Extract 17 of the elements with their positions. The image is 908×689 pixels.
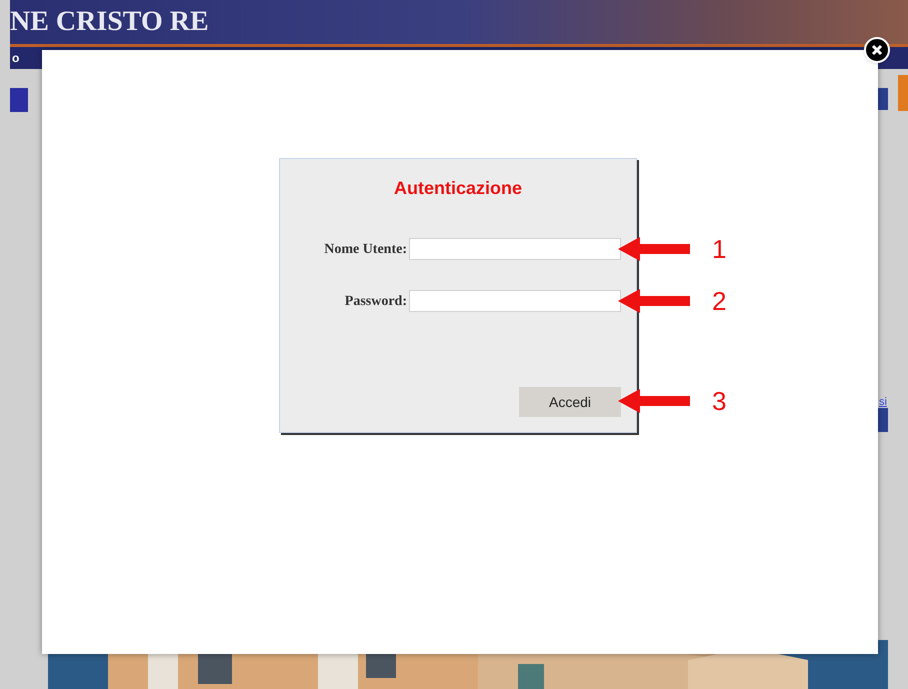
section-header-bar (878, 408, 888, 432)
annotation-number: 3 (712, 388, 726, 414)
section-header-bar (878, 88, 888, 110)
field-label: Password: (344, 292, 408, 310)
login-button[interactable]: Accedi (519, 387, 621, 417)
side-link[interactable]: si (879, 396, 887, 408)
nav-link[interactable]: o (12, 49, 20, 67)
annotation-number: 1 (712, 236, 726, 262)
section-header-bar (10, 88, 28, 112)
login-title: Autenticazione (394, 177, 522, 200)
close-icon (871, 44, 883, 56)
text-field[interactable] (409, 238, 621, 260)
field-label: Nome Utente: (323, 240, 408, 258)
banner-title: NE CRISTO RE (10, 8, 209, 39)
text-field[interactable] (409, 290, 621, 312)
annotation-number: 2 (712, 288, 726, 314)
section-header-bar (898, 75, 908, 111)
